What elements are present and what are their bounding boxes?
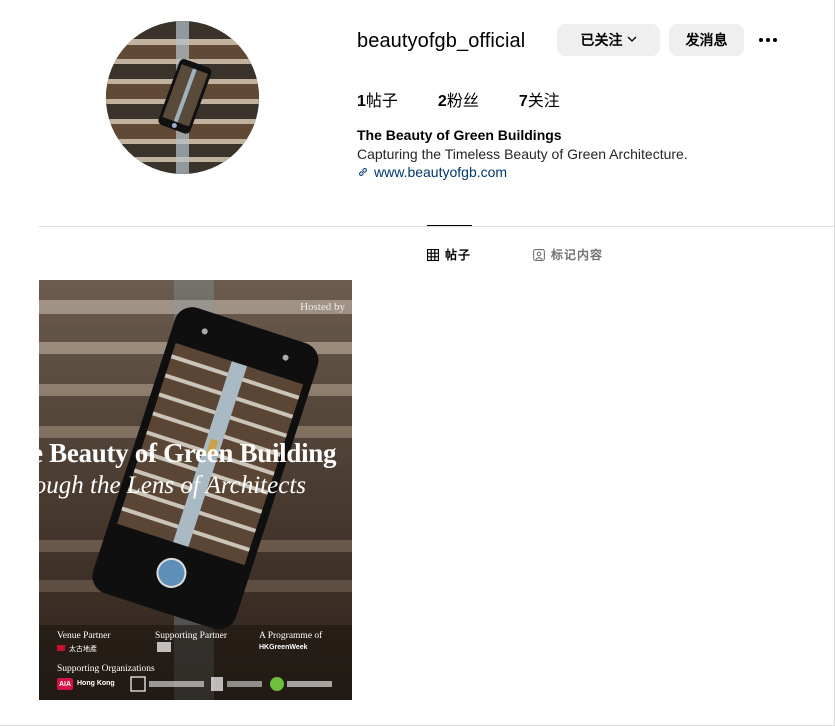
post-supporting-orgs: Supporting Organizations xyxy=(57,664,155,674)
posts-count: 1 xyxy=(357,93,366,110)
post-title-line2: rough the Lens of Architects xyxy=(39,472,306,499)
post-venue-partner: Venue Partner xyxy=(57,631,111,641)
profile-username: beautyofgb_official xyxy=(357,30,526,52)
active-tab-indicator xyxy=(427,225,472,226)
tab-tagged[interactable]: 标记内容 xyxy=(533,246,603,263)
followers-count: 2 xyxy=(437,93,447,110)
post-hkgw-logo: HKGreenWeek xyxy=(259,644,308,651)
stat-followers[interactable]: 2粉丝 xyxy=(438,87,479,111)
followers-label: 粉丝 xyxy=(446,93,479,110)
grid-icon xyxy=(427,248,439,261)
profile-stats: 1帖子 2粉丝 7关注 xyxy=(357,87,600,111)
tabs-divider xyxy=(39,226,835,227)
chevron-down-icon xyxy=(627,32,637,46)
profile-avatar[interactable] xyxy=(106,21,259,174)
post-hk-logo: Hong Kong xyxy=(77,680,115,687)
post-title-line1: e Beauty of Green Building xyxy=(39,438,337,468)
post-aia-logo: AIA xyxy=(57,678,73,690)
post-supporting-partner: Supporting Partner xyxy=(155,631,228,641)
post-tile[interactable]: Hosted by e Beauty of Green Building rou… xyxy=(39,280,352,700)
stat-posts[interactable]: 1帖子 xyxy=(357,87,398,111)
tab-posts[interactable]: 帖子 xyxy=(427,246,471,263)
posts-label: 帖子 xyxy=(365,93,398,110)
post-hosted-by: Hosted by xyxy=(300,301,345,313)
link-icon xyxy=(359,168,367,176)
tab-posts-label: 帖子 xyxy=(445,248,472,262)
bio-name: The Beauty of Green Buildings xyxy=(357,127,562,143)
bio-text: Capturing the Timeless Beauty of Green A… xyxy=(357,146,688,162)
following-button-label: 已关注 xyxy=(580,32,623,48)
profile-page: beautyofgb_official 已关注 发消息 1帖子 2粉丝 7关注 … xyxy=(0,0,835,726)
bio-link[interactable]: www.beautyofgb.com xyxy=(357,164,507,180)
bio-link-text: www.beautyofgb.com xyxy=(374,164,508,180)
post-venue-logo: 太古地產 xyxy=(69,646,97,653)
tab-tagged-label: 标记内容 xyxy=(551,248,604,262)
tagged-user-icon xyxy=(533,248,545,261)
more-horizontal-icon[interactable] xyxy=(754,27,782,53)
following-label: 关注 xyxy=(527,93,560,110)
message-button[interactable]: 发消息 xyxy=(669,24,744,56)
stat-following[interactable]: 7关注 xyxy=(519,87,560,111)
following-button[interactable]: 已关注 xyxy=(557,24,660,56)
avatar-image xyxy=(106,21,259,174)
following-count: 7 xyxy=(518,93,528,110)
post-programme-of: A Programme of xyxy=(259,631,323,641)
